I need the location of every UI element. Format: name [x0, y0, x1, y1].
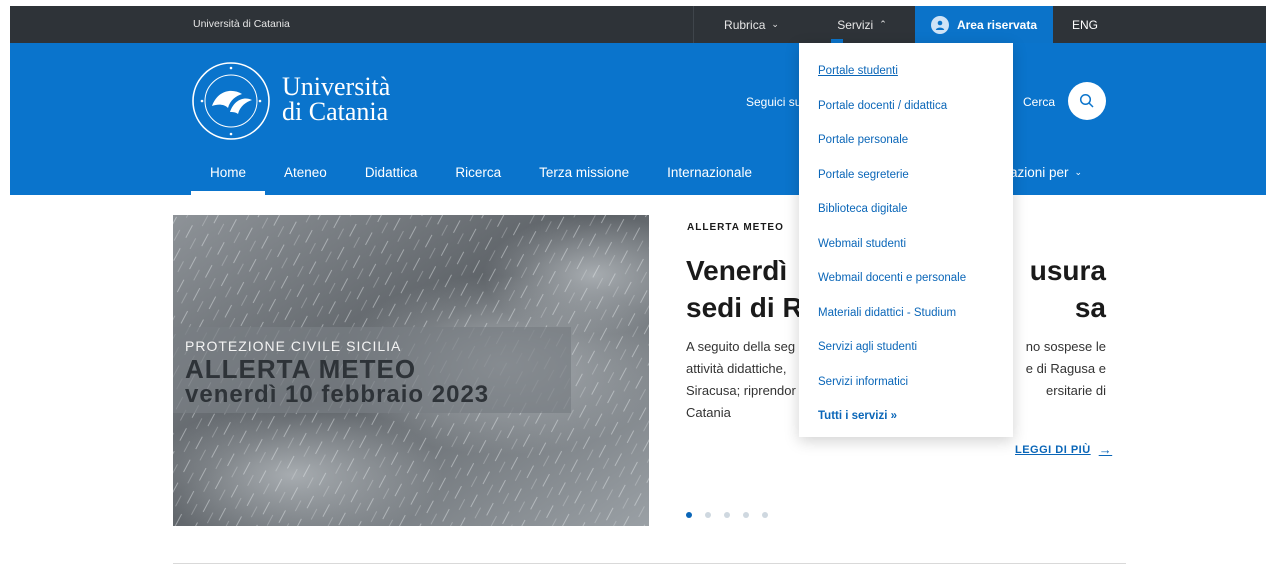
menu-item-materiali-didattici[interactable]: Materiali didattici - Studium — [799, 296, 1013, 331]
rubrica-dropdown[interactable]: Rubrica ⌄ — [693, 6, 809, 43]
banner-subtitle: PROTEZIONE CIVILE SICILIA — [185, 338, 402, 354]
servizi-label: Servizi — [837, 17, 874, 32]
menu-item-biblioteca-digitale[interactable]: Biblioteca digitale — [799, 192, 1013, 227]
summary-line-1-left: A seguito della seg — [686, 339, 796, 354]
nav-item-informazioni-per[interactable]: azioni per ⌄ — [1010, 149, 1082, 195]
nav-item-ricerca[interactable]: Ricerca — [436, 149, 520, 195]
menu-item-servizi-informatici[interactable]: Servizi informatici — [799, 365, 1013, 400]
nav-item-didattica[interactable]: Didattica — [346, 149, 437, 195]
chevron-down-icon: ⌄ — [1074, 166, 1083, 177]
summary-line-4: Catania — [686, 405, 731, 420]
summary-line-3-right: ersitarie di — [1046, 383, 1106, 398]
read-more-link[interactable]: LEGGI DI PIÙ → — [1015, 442, 1112, 457]
carousel-dot-2[interactable] — [705, 512, 711, 518]
arrow-right-icon: → — [1098, 442, 1113, 457]
banner-title: ALLERTA METEO — [185, 354, 417, 384]
carousel-dot-1[interactable] — [686, 512, 692, 518]
carousel-dot-4[interactable] — [743, 512, 749, 518]
menu-item-webmail-docenti[interactable]: Webmail docenti e personale — [799, 261, 1013, 296]
rubrica-label: Rubrica — [724, 17, 766, 32]
carousel-pagination — [686, 512, 768, 518]
brand-line-2: di Catania — [282, 97, 389, 126]
area-riservata-label: Area riservata — [956, 17, 1038, 32]
hero-banner: PROTEZIONE CIVILE SICILIA ALLERTA METEO … — [173, 327, 571, 413]
summary-line-2-left: attività didattiche, — [686, 361, 787, 376]
carousel-dot-5[interactable] — [762, 512, 768, 518]
headline-line-2-right: sa — [1074, 292, 1106, 323]
menu-item-portale-personale[interactable]: Portale personale — [799, 123, 1013, 158]
menu-item-portale-studenti[interactable]: Portale studenti — [799, 54, 1013, 89]
site-header: Università di Catania Seguici su Cerca H… — [10, 43, 1266, 195]
headline-line-1-left: Venerdì — [686, 255, 788, 286]
nav-item-ateneo[interactable]: Ateneo — [265, 149, 346, 195]
read-more-label: LEGGI DI PIÙ — [1015, 443, 1091, 456]
summary-line-3-left: Siracusa; riprendor — [686, 383, 796, 398]
university-top-link[interactable]: Università di Catania — [193, 18, 290, 30]
menu-item-servizi-studenti[interactable]: Servizi agli studenti — [799, 330, 1013, 365]
chevron-down-icon: ⌄ — [771, 19, 779, 29]
brand-line-1: Università — [282, 72, 391, 101]
summary-line-1-right: no sospese le — [1025, 339, 1106, 354]
social-follow-label: Seguici su — [746, 95, 802, 109]
search-button[interactable] — [1068, 82, 1106, 120]
search-icon — [1079, 93, 1094, 108]
headline-line-1-right: usura — [1029, 255, 1106, 286]
top-bar: Università di Catania Rubrica ⌄ Servizi … — [10, 6, 1266, 43]
menu-item-portale-segreterie[interactable]: Portale segreterie — [799, 158, 1013, 193]
nav-item-internazionale[interactable]: Internazionale — [648, 149, 771, 195]
hero-image[interactable]: PROTEZIONE CIVILE SICILIA ALLERTA METEO … — [173, 215, 649, 526]
language-switch[interactable]: ENG — [1053, 6, 1117, 43]
menu-item-tutti-i-servizi[interactable]: Tutti i servizi » — [799, 399, 1013, 434]
menu-item-portale-docenti[interactable]: Portale docenti / didattica — [799, 89, 1013, 124]
nav-item-terza-missione[interactable]: Terza missione — [520, 149, 648, 195]
news-category: ALLERTA METEO — [687, 222, 784, 233]
main-nav: Home Ateneo Didattica Ricerca Terza miss… — [191, 149, 771, 195]
university-name[interactable]: Università di Catania — [282, 72, 391, 126]
servizi-dropdown-menu: Portale studenti Portale docenti / didat… — [799, 43, 1013, 437]
banner-date: venerdì 10 febbraio 2023 — [185, 381, 490, 408]
area-riservata-button[interactable]: Area riservata — [915, 6, 1053, 43]
search-label: Cerca — [1023, 95, 1056, 109]
nav-item-home[interactable]: Home — [191, 149, 266, 195]
user-icon — [930, 15, 949, 34]
page: Università di Catania Rubrica ⌄ Servizi … — [0, 0, 1276, 565]
chevron-up-icon: ⌃ — [879, 19, 887, 29]
summary-line-2-right: e di Ragusa e — [1025, 361, 1106, 376]
menu-item-webmail-studenti[interactable]: Webmail studenti — [799, 227, 1013, 262]
university-seal-logo[interactable] — [190, 60, 272, 142]
nav-right-label: azioni per — [1010, 164, 1069, 180]
headline-line-2-left: sedi di R — [686, 292, 803, 323]
servizi-dropdown[interactable]: Servizi ⌃ — [809, 6, 915, 43]
section-divider — [173, 563, 1126, 564]
carousel-dot-3[interactable] — [724, 512, 730, 518]
